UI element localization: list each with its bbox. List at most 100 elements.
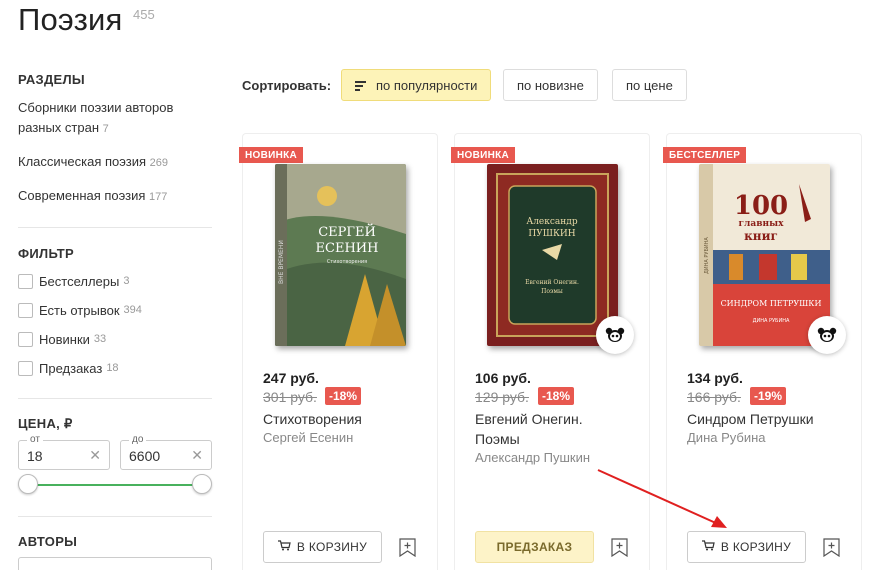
svg-text:Александр: Александр: [526, 217, 577, 227]
book-cover-art: СЕРГЕЙ ЕСЕНИН Стихотворения ВНЕ ВРЕМЕНИ: [275, 164, 406, 346]
discount-badge: -18%: [538, 387, 575, 405]
add-to-cart-label: В КОРЗИНУ: [720, 540, 792, 554]
svg-text:Евгений Онегин.: Евгений Онегин.: [525, 279, 579, 286]
sort-option-label: по новизне: [517, 77, 584, 93]
section-count: 269: [149, 157, 169, 169]
filter-new[interactable]: Новинки 33: [18, 330, 106, 348]
book-title-link[interactable]: Стихотворения: [263, 409, 428, 429]
bookmark-add-icon[interactable]: [611, 538, 628, 562]
price-slider-max-handle[interactable]: [192, 474, 212, 494]
checkbox[interactable]: [18, 273, 33, 289]
book-cover-art: Александр ПУШКИН Евгений Онегин. Поэмы: [487, 164, 618, 346]
section-link-collections[interactable]: Сборники поэзии авторов разных стран 7: [18, 98, 212, 139]
panda-eco-icon: [596, 316, 634, 354]
book-cover-art: 100 главных книг СИНДРОМ ПЕТРУШКИ ДИНА Р…: [699, 164, 830, 346]
discount-badge: -19%: [750, 387, 787, 405]
price-from-value: 18: [27, 448, 43, 464]
sort-popularity-button[interactable]: по популярности: [341, 69, 492, 101]
product-card[interactable]: НОВИНКА Александр ПУШКИН Евгений Онегин.…: [451, 133, 650, 570]
svg-text:ВНЕ ВРЕМЕНИ: ВНЕ ВРЕМЕНИ: [278, 240, 285, 284]
price-current: 106 руб.: [475, 370, 531, 386]
price-heading: ЦЕНА, ₽: [18, 416, 73, 431]
filter-count: 3: [123, 275, 130, 287]
add-to-cart-button[interactable]: В КОРЗИНУ: [263, 531, 382, 563]
filter-count: 18: [106, 362, 119, 374]
product-card[interactable]: БЕСТСЕЛЛЕР 100 главных книг СИНДРОМ ПЕТР…: [663, 133, 862, 570]
filter-label: Новинки: [39, 331, 90, 347]
section-label: Сборники поэзии авторов: [18, 100, 174, 115]
svg-text:100: 100: [734, 191, 788, 221]
bookmark-add-icon[interactable]: [399, 538, 416, 562]
discount-badge: -18%: [325, 387, 362, 405]
section-label: Классическая поэзия: [18, 154, 147, 169]
filter-bestsellers[interactable]: Бестселлеры 3: [18, 272, 129, 290]
author-search-input[interactable]: [18, 557, 212, 570]
sort-label: Сортировать:: [242, 78, 332, 93]
filter-label: Бестселлеры: [39, 273, 120, 289]
sort-lines-icon: [355, 80, 366, 91]
page-result-count: 455: [133, 7, 155, 22]
sections-heading: РАЗДЕЛЫ: [18, 72, 85, 87]
book-cover[interactable]: Александр ПУШКИН Евгений Онегин. Поэмы: [487, 164, 618, 346]
section-label: Современная поэзия: [18, 188, 146, 203]
checkbox[interactable]: [18, 331, 33, 347]
badge-bestseller: БЕСТСЕЛЛЕР: [663, 147, 747, 163]
price-current: 134 руб.: [687, 370, 743, 386]
svg-text:ПУШКИН: ПУШКИН: [528, 229, 575, 239]
book-author-link[interactable]: Александр Пушкин: [475, 450, 590, 465]
svg-text:СЕРГЕЙ: СЕРГЕЙ: [318, 223, 376, 240]
book-title-line: Евгений Онегин.: [475, 411, 583, 427]
book-title-link[interactable]: Евгений Онегин. Поэмы: [475, 409, 640, 449]
badge-new: НОВИНКА: [451, 147, 516, 163]
price-old: 129 руб.: [475, 389, 529, 405]
checkbox[interactable]: [18, 360, 33, 376]
svg-text:СИНДРОМ ПЕТРУШКИ: СИНДРОМ ПЕТРУШКИ: [721, 299, 822, 308]
book-cover[interactable]: СЕРГЕЙ ЕСЕНИН Стихотворения ВНЕ ВРЕМЕНИ: [275, 164, 406, 346]
preorder-label: ПРЕДЗАКАЗ: [496, 540, 573, 554]
sort-price-button[interactable]: по цене: [612, 69, 687, 101]
price-current: 247 руб.: [263, 370, 319, 386]
book-author-link[interactable]: Дина Рубина: [687, 430, 766, 445]
badge-new: НОВИНКА: [239, 147, 304, 163]
filter-label: Предзаказ: [39, 360, 103, 376]
price-to-label: до: [129, 434, 147, 445]
checkbox[interactable]: [18, 302, 33, 318]
sort-newest-button[interactable]: по новизне: [503, 69, 598, 101]
book-title-link[interactable]: Синдром Петрушки: [687, 409, 852, 429]
filter-heading: ФИЛЬТР: [18, 246, 75, 261]
svg-text:ЕСЕНИН: ЕСЕНИН: [316, 241, 379, 256]
book-cover[interactable]: 100 главных книг СИНДРОМ ПЕТРУШКИ ДИНА Р…: [699, 164, 830, 346]
cart-icon: [701, 540, 715, 554]
filter-preorder[interactable]: Предзаказ 18: [18, 359, 119, 377]
filter-excerpt[interactable]: Есть отрывок 394: [18, 301, 142, 319]
filter-count: 394: [123, 304, 142, 316]
filter-label: Есть отрывок: [39, 302, 120, 318]
price-from-input[interactable]: от 18 ✕: [18, 434, 110, 470]
section-link-classic[interactable]: Классическая поэзия 269: [18, 152, 212, 173]
preorder-button[interactable]: ПРЕДЗАКАЗ: [475, 531, 594, 563]
price-old: 301 руб.: [263, 389, 317, 405]
section-label: разных стран: [18, 120, 100, 135]
clear-icon[interactable]: ✕: [191, 447, 203, 464]
clear-icon[interactable]: ✕: [89, 447, 101, 464]
price-to-input[interactable]: до 6600 ✕: [120, 434, 212, 470]
divider: [18, 227, 212, 228]
price-slider-min-handle[interactable]: [18, 474, 38, 494]
authors-heading: АВТОРЫ: [18, 534, 78, 549]
svg-text:книг: книг: [744, 229, 778, 243]
price-slider-track[interactable]: [28, 484, 202, 486]
bookmark-add-icon[interactable]: [823, 538, 840, 562]
product-card[interactable]: НОВИНКА СЕРГЕЙ ЕСЕНИН Стихотворения ВНЕ …: [239, 133, 438, 570]
svg-text:ДИНА РУБИНА: ДИНА РУБИНА: [753, 318, 790, 324]
sort-option-label: по популярности: [376, 77, 478, 93]
filter-count: 33: [93, 333, 107, 345]
divider: [18, 398, 212, 399]
section-link-modern[interactable]: Современная поэзия 177: [18, 186, 212, 207]
svg-text:Стихотворения: Стихотворения: [327, 259, 367, 265]
book-title-line: Поэмы: [475, 431, 520, 447]
book-author-link[interactable]: Сергей Есенин: [263, 430, 353, 445]
cart-icon: [277, 540, 291, 554]
add-to-cart-button[interactable]: В КОРЗИНУ: [687, 531, 806, 563]
svg-text:ДИНА РУБИНА: ДИНА РУБИНА: [704, 237, 710, 274]
svg-text:Поэмы: Поэмы: [541, 288, 563, 295]
